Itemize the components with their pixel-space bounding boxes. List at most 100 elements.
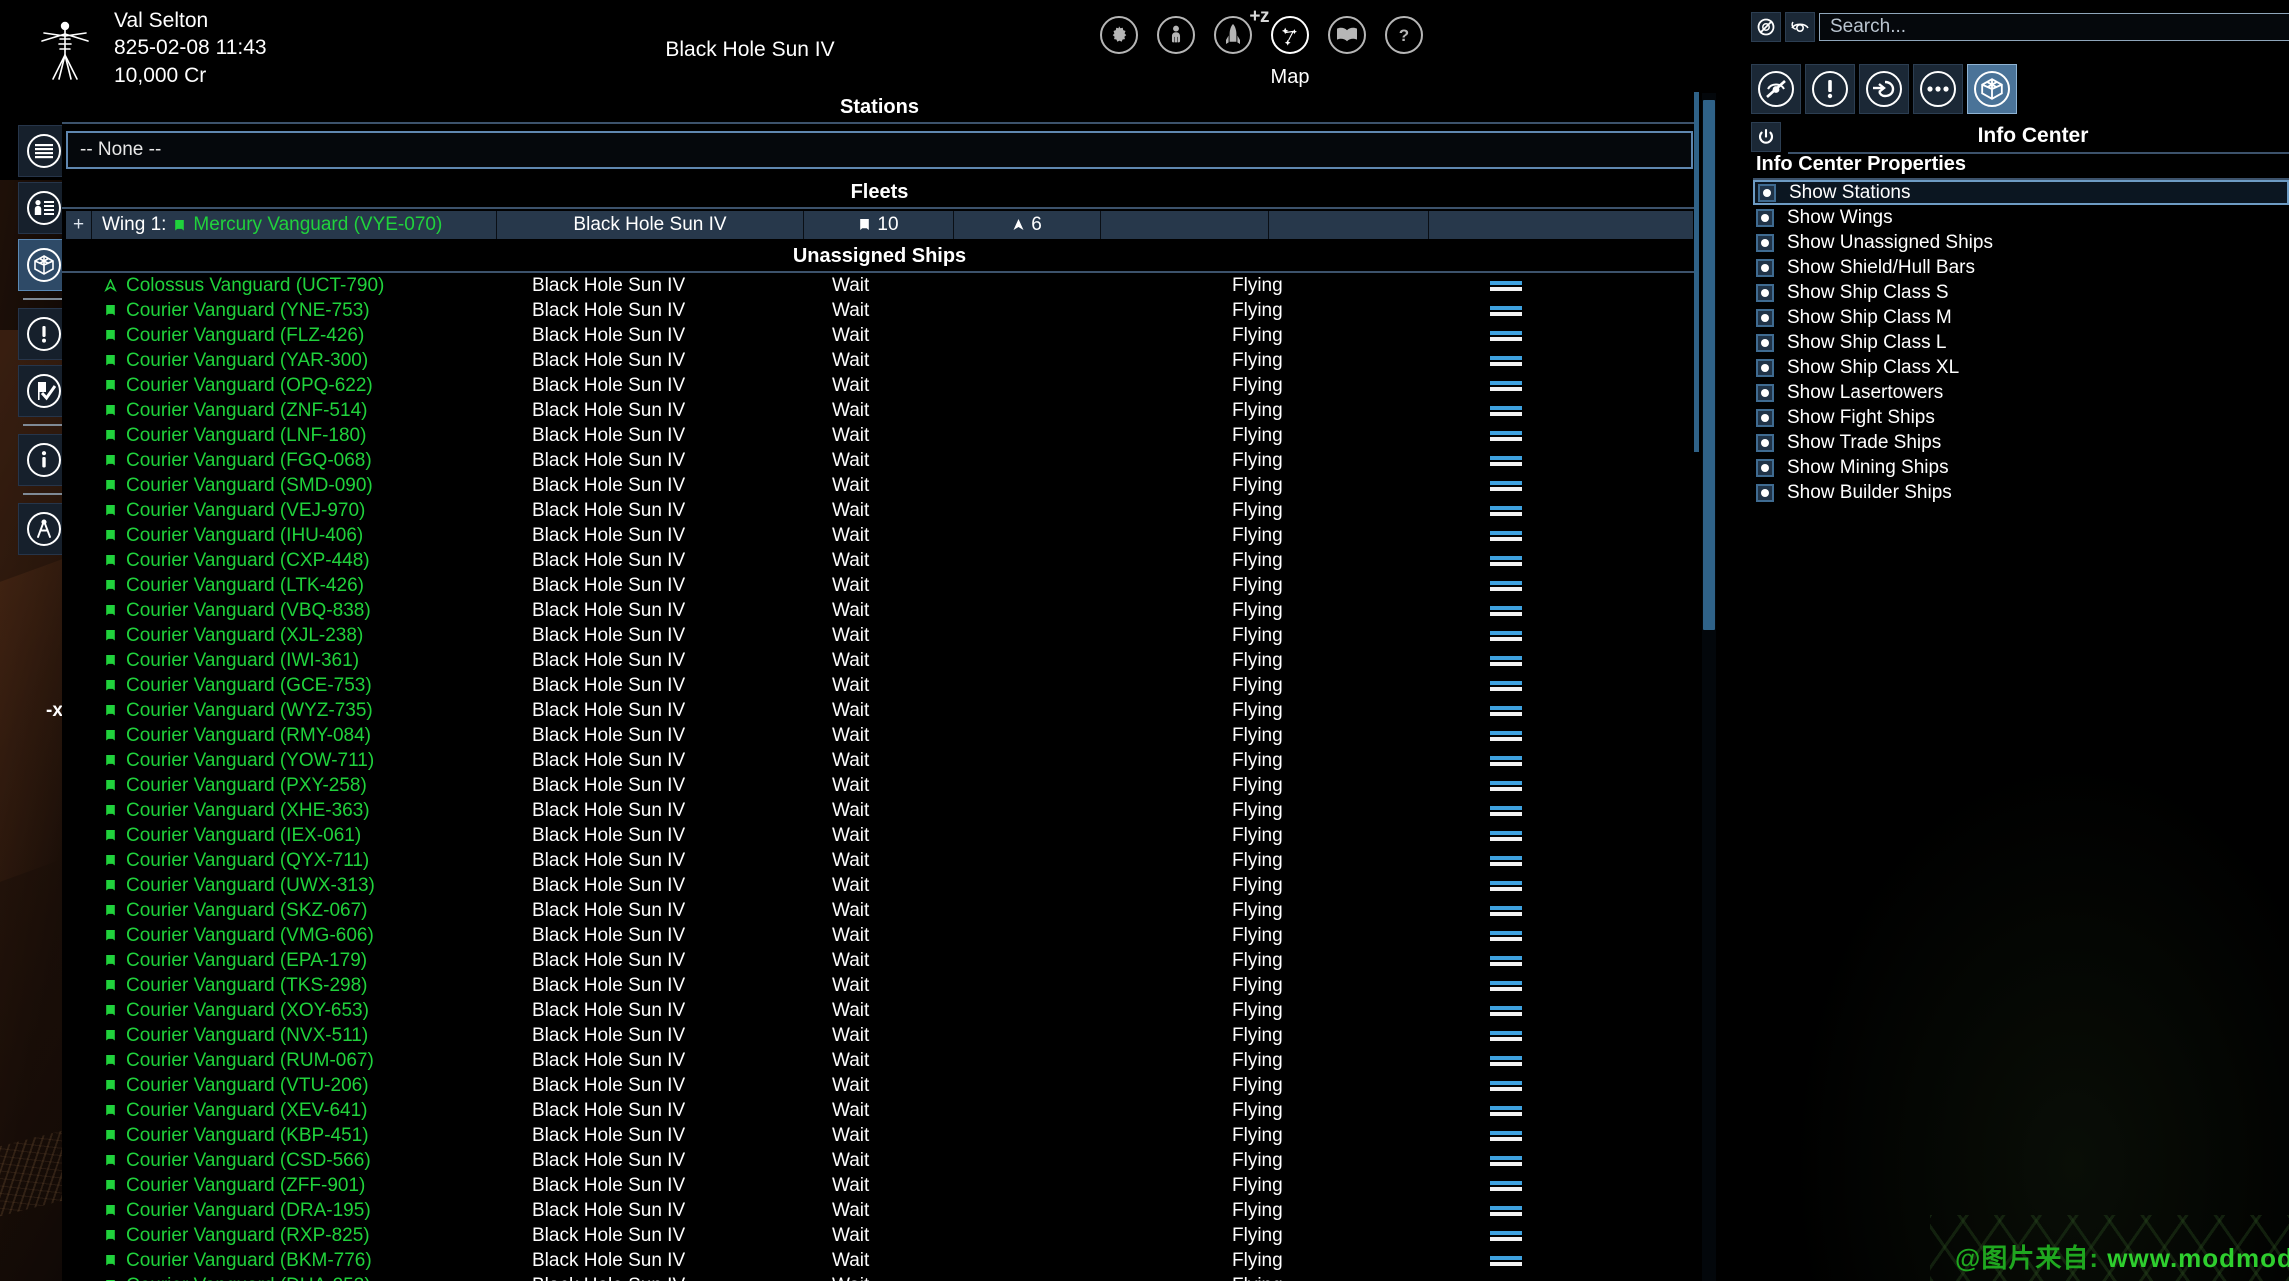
ship-name-cell[interactable]: Courier Vanguard (VBQ-838)	[62, 600, 532, 622]
checkbox-icon[interactable]	[1756, 283, 1774, 302]
ship-name-cell[interactable]: Courier Vanguard (IWI-361)	[62, 650, 532, 672]
ship-name-cell[interactable]: Courier Vanguard (VTU-206)	[62, 1075, 532, 1097]
fleet-name-cell[interactable]: Wing 1: Mercury Vanguard (VYE-070)	[92, 211, 497, 239]
checkbox-icon[interactable]	[1756, 358, 1774, 377]
checkbox-icon[interactable]	[1756, 383, 1774, 402]
table-row[interactable]: Courier Vanguard (CXP-448) Black Hole Sun…	[62, 548, 1697, 573]
player-info-panel[interactable]: Val Selton 825-02-08 11:43 10,000 Cr	[30, 9, 610, 87]
table-row[interactable]: Courier Vanguard (TKS-298) Black Hole Sun…	[62, 973, 1697, 998]
table-row[interactable]: Courier Vanguard (IWI-361) Black Hole Sun…	[62, 648, 1697, 673]
table-row[interactable]: Courier Vanguard (VMG-606) Black Hole Sun…	[62, 923, 1697, 948]
stations-dropdown[interactable]: -- None --	[66, 131, 1693, 169]
tab-more[interactable]	[1913, 64, 1963, 114]
fleet-row[interactable]: + Wing 1: Mercury Vanguard (VYE-070) Bla…	[66, 211, 1693, 239]
list-scrollbar-thumb[interactable]	[1703, 100, 1715, 630]
checkbox-icon[interactable]	[1756, 408, 1774, 427]
book-icon[interactable]	[1328, 16, 1366, 54]
ship-name-cell[interactable]: Courier Vanguard (XOY-653)	[62, 1000, 532, 1022]
table-row[interactable]: Courier Vanguard (IEX-061) Black Hole Sun…	[62, 823, 1697, 848]
table-row[interactable]: Courier Vanguard (UWX-313) Black Hole Sun…	[62, 873, 1697, 898]
ship-name-cell[interactable]: Courier Vanguard (LTK-426)	[62, 575, 532, 597]
info-center-option[interactable]: Show Stations	[1753, 180, 2289, 205]
ship-name-cell[interactable]: Courier Vanguard (BKM-776)	[62, 1250, 532, 1272]
checkbox-icon[interactable]	[1756, 208, 1774, 227]
table-row[interactable]: Courier Vanguard (DUA-253) Black Hole Sun…	[62, 1273, 1697, 1281]
ship-name-cell[interactable]: Courier Vanguard (XHE-363)	[62, 800, 532, 822]
table-row[interactable]: Courier Vanguard (FLZ-426) Black Hole Sun…	[62, 323, 1697, 348]
ship-name-cell[interactable]: Courier Vanguard (VMG-606)	[62, 925, 532, 947]
ship-name-cell[interactable]: Courier Vanguard (GCE-753)	[62, 675, 532, 697]
ship-name-cell[interactable]: Courier Vanguard (KBP-451)	[62, 1125, 532, 1147]
ship-name-cell[interactable]: Courier Vanguard (IEX-061)	[62, 825, 532, 847]
table-row[interactable]: Courier Vanguard (VBQ-838) Black Hole Sun…	[62, 598, 1697, 623]
info-center-option[interactable]: Show Ship Class M	[1753, 305, 2289, 330]
checkbox-icon[interactable]	[1756, 233, 1774, 252]
ship-name-cell[interactable]: Courier Vanguard (WYZ-735)	[62, 700, 532, 722]
search-input[interactable]: Search...	[1819, 13, 2289, 41]
table-row[interactable]: Courier Vanguard (VTU-206) Black Hole Sun…	[62, 1073, 1697, 1098]
help-icon[interactable]: ?	[1385, 16, 1423, 54]
tab-alerts[interactable]	[1805, 64, 1855, 114]
info-center-option[interactable]: Show Builder Ships	[1753, 480, 2289, 505]
ship-name-cell[interactable]: Courier Vanguard (DUA-253)	[62, 1275, 532, 1281]
ship-name-cell[interactable]: Courier Vanguard (PXY-258)	[62, 775, 532, 797]
table-row[interactable]: Courier Vanguard (CSD-566) Black Hole Sun…	[62, 1148, 1697, 1173]
ship-name-cell[interactable]: Courier Vanguard (XEV-641)	[62, 1100, 532, 1122]
table-row[interactable]: Courier Vanguard (ZFF-901) Black Hole Sun…	[62, 1173, 1697, 1198]
table-row[interactable]: Courier Vanguard (WYZ-735) Black Hole Sun…	[62, 698, 1697, 723]
table-row[interactable]: Courier Vanguard (DRA-195) Black Hole Sun…	[62, 1198, 1697, 1223]
table-row[interactable]: Courier Vanguard (FGQ-068) Black Hole Sun…	[62, 448, 1697, 473]
ship-name-cell[interactable]: Courier Vanguard (FGQ-068)	[62, 450, 532, 472]
table-row[interactable]: Courier Vanguard (VEJ-970) Black Hole Sun…	[62, 498, 1697, 523]
table-row[interactable]: Courier Vanguard (OPQ-622) Black Hole Sun…	[62, 373, 1697, 398]
table-row[interactable]: Courier Vanguard (RMY-084) Black Hole Sun…	[62, 723, 1697, 748]
table-row[interactable]: Courier Vanguard (SKZ-067) Black Hole Sun…	[62, 898, 1697, 923]
gear-icon[interactable]	[1100, 16, 1138, 54]
ship-name-cell[interactable]: Courier Vanguard (DRA-195)	[62, 1200, 532, 1222]
table-row[interactable]: Courier Vanguard (XOY-653) Black Hole Sun…	[62, 998, 1697, 1023]
info-center-option[interactable]: Show Ship Class L	[1753, 330, 2289, 355]
table-row[interactable]: Courier Vanguard (EPA-179) Black Hole Sun…	[62, 948, 1697, 973]
unassigned-ships-list[interactable]: Colossus Vanguard (UCT-790) Black Hole Su…	[62, 273, 1697, 1281]
table-row[interactable]: Courier Vanguard (KBP-451) Black Hole Sun…	[62, 1123, 1697, 1148]
power-toggle-button[interactable]	[1751, 122, 1781, 152]
ship-name-cell[interactable]: Courier Vanguard (ZNF-514)	[62, 400, 532, 422]
checkbox-icon[interactable]	[1756, 458, 1774, 477]
table-row[interactable]: Courier Vanguard (NVX-511) Black Hole Sun…	[62, 1023, 1697, 1048]
ship-name-cell[interactable]: Courier Vanguard (LNF-180)	[62, 425, 532, 447]
ship-name-cell[interactable]: Courier Vanguard (QYX-711)	[62, 850, 532, 872]
table-row[interactable]: Courier Vanguard (XHE-363) Black Hole Sun…	[62, 798, 1697, 823]
ship-name-cell[interactable]: Courier Vanguard (CXP-448)	[62, 550, 532, 572]
info-center-option[interactable]: Show Wings	[1753, 205, 2289, 230]
ship-name-cell[interactable]: Courier Vanguard (YNE-753)	[62, 300, 532, 322]
tab-objects[interactable]	[1967, 64, 2017, 114]
info-center-option[interactable]: Show Unassigned Ships	[1753, 230, 2289, 255]
table-row[interactable]: Courier Vanguard (YOW-711) Black Hole Sun…	[62, 748, 1697, 773]
table-row[interactable]: Courier Vanguard (RXP-825) Black Hole Sun…	[62, 1223, 1697, 1248]
info-center-option[interactable]: Show Ship Class S	[1753, 280, 2289, 305]
info-center-options-list[interactable]: Show Stations Show Wings Show Unassigned S…	[1753, 180, 2289, 505]
visibility-toggle-button[interactable]	[1785, 12, 1815, 42]
fleet-expand-button[interactable]: +	[66, 211, 92, 239]
table-row[interactable]: Courier Vanguard (YAR-300) Black Hole Sun…	[62, 348, 1697, 373]
ship-name-cell[interactable]: Courier Vanguard (TKS-298)	[62, 975, 532, 997]
ship-name-cell[interactable]: Colossus Vanguard (UCT-790)	[62, 275, 532, 297]
table-row[interactable]: Courier Vanguard (SMD-090) Black Hole Sun…	[62, 473, 1697, 498]
table-row[interactable]: Courier Vanguard (QYX-711) Black Hole Sun…	[62, 848, 1697, 873]
map-icon[interactable]	[1271, 16, 1309, 54]
info-center-option[interactable]: Show Trade Ships	[1753, 430, 2289, 455]
table-row[interactable]: Courier Vanguard (GCE-753) Black Hole Sun…	[62, 673, 1697, 698]
checkbox-icon[interactable]	[1756, 308, 1774, 327]
table-row[interactable]: Courier Vanguard (XEV-641) Black Hole Sun…	[62, 1098, 1697, 1123]
checkbox-icon[interactable]	[1756, 433, 1774, 452]
ship-name-cell[interactable]: Courier Vanguard (NVX-511)	[62, 1025, 532, 1047]
table-row[interactable]: Courier Vanguard (BKM-776) Black Hole Sun…	[62, 1248, 1697, 1273]
ship-name-cell[interactable]: Courier Vanguard (OPQ-622)	[62, 375, 532, 397]
info-center-option[interactable]: Show Lasertowers	[1753, 380, 2289, 405]
ship-name-cell[interactable]: Courier Vanguard (VEJ-970)	[62, 500, 532, 522]
ship-name-cell[interactable]: Courier Vanguard (YOW-711)	[62, 750, 532, 772]
checkbox-icon[interactable]	[1756, 333, 1774, 352]
checkbox-icon[interactable]	[1758, 183, 1776, 202]
info-center-option[interactable]: Show Shield/Hull Bars	[1753, 255, 2289, 280]
ship-name-cell[interactable]: Courier Vanguard (RXP-825)	[62, 1225, 532, 1247]
